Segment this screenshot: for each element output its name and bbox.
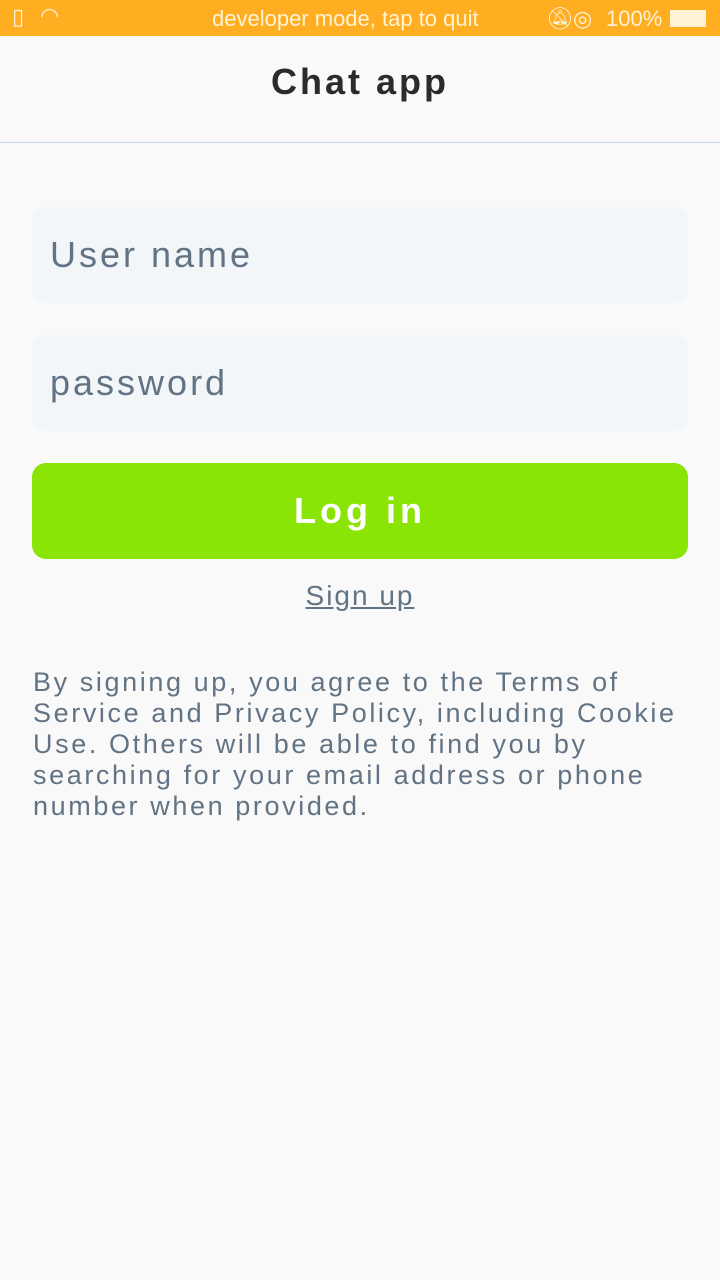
signup-row: Sign up <box>0 580 720 612</box>
rotation-lock-icon: ◎ <box>573 6 593 31</box>
login-button[interactable]: Log in <box>32 463 688 559</box>
terms-text: By signing up, you agree to the Terms of… <box>33 667 677 821</box>
wifi-icon: ◠ <box>40 3 60 28</box>
app-header: Chat app <box>0 36 720 143</box>
username-input[interactable] <box>32 207 688 303</box>
password-input[interactable] <box>32 335 688 431</box>
battery-text: 100% <box>606 6 663 31</box>
developer-mode-text[interactable]: developer mode, tap to quit <box>212 6 479 32</box>
status-bar: ▯ ◠ developer mode, tap to quit 🔕︎ ◎ 100… <box>0 0 720 36</box>
battery-icon <box>670 10 706 27</box>
sim-icon: ▯ <box>12 4 25 29</box>
page-title: Chat app <box>270 61 449 102</box>
signup-link[interactable]: Sign up <box>306 580 415 611</box>
bell-off-icon: 🔕︎ <box>546 6 574 31</box>
